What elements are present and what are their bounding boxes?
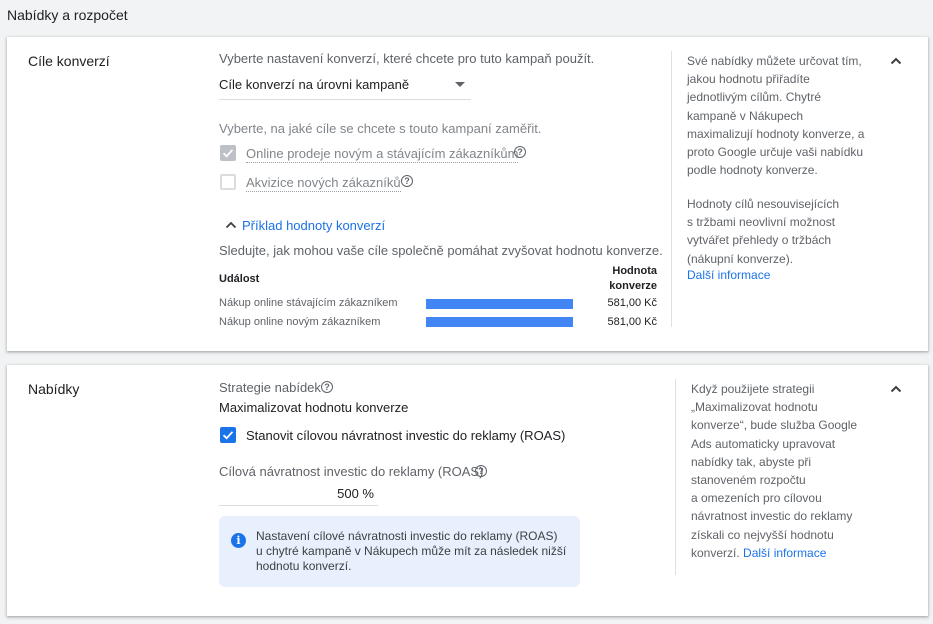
table-header-event: Událost: [219, 273, 260, 285]
table-header-value-line2: konverze: [609, 280, 657, 292]
goal-online-sales-label: Online prodeje novým a stávajícím zákazn…: [246, 146, 519, 163]
roas-info-box: i Nastavení cílové návratnosti investic …: [219, 516, 580, 587]
bids-side-text: Když použijete strategii „Maximalizovat …: [691, 382, 858, 560]
bids-learn-more-link[interactable]: Další informace: [743, 546, 826, 560]
conversion-goals-dropdown[interactable]: Cíle konverzí na úrovni kampaně: [219, 73, 471, 100]
help-icon[interactable]: ?: [514, 146, 526, 158]
table-row-bar: [426, 317, 573, 327]
bids-title: Nabídky: [28, 381, 80, 397]
example-description: Sledujte, jak mohou vaše cíle společně p…: [219, 243, 663, 258]
conversion-learn-more-link[interactable]: Další informace: [687, 268, 770, 282]
table-row-bar: [426, 299, 573, 309]
bids-card: Nabídky Strategie nabídek ? Maximalizova…: [7, 365, 928, 616]
roas-field-label: Cílová návratnost investic do reklamy (R…: [219, 464, 484, 479]
conversion-side-text-2: Hodnoty cílů nesouvisejících s tržbami n…: [687, 197, 840, 266]
conversion-select-prompt: Vyberte nastavení konverzí, které chcete…: [219, 51, 595, 66]
help-icon[interactable]: ?: [321, 381, 333, 393]
checkmark-icon: [222, 149, 234, 158]
chevron-up-icon: [225, 221, 237, 229]
goals-prompt: Vyberte, na jaké cíle se chcete s touto …: [219, 121, 542, 136]
conversion-goals-title: Cíle konverzí: [28, 53, 110, 69]
dropdown-value: Cíle konverzí na úrovni kampaně: [219, 77, 410, 92]
roas-input[interactable]: 500 %: [219, 482, 378, 506]
table-row-event: Nákup online stávajícím zákazníkem: [219, 297, 398, 309]
roas-checkbox-label: Stanovit cílovou návratnost investic do …: [246, 428, 566, 443]
bid-strategy-label: Strategie nabídek: [219, 380, 321, 395]
goal-new-customers-checkbox[interactable]: [220, 174, 236, 190]
table-row-event: Nákup online novým zákazníkem: [219, 316, 381, 328]
chevron-up-icon[interactable]: [888, 53, 904, 69]
bid-strategy-value: Maximalizovat hodnotu konverze: [219, 400, 409, 415]
chevron-up-icon[interactable]: [888, 381, 904, 397]
table-row-value: 581,00 Kč: [607, 297, 657, 309]
conversion-side-text-1: Své nabídky můžete určovat tím, jakou ho…: [687, 54, 865, 178]
conversion-example-link[interactable]: Příklad hodnoty konverzí: [242, 218, 385, 233]
checkmark-icon: [222, 431, 234, 440]
divider: [675, 379, 676, 575]
conversion-goals-card: Cíle konverzí Vyberte nastavení konverzí…: [7, 37, 928, 351]
goal-online-sales-checkbox[interactable]: [220, 145, 236, 161]
divider: [671, 51, 672, 327]
page-title: Nabídky a rozpočet: [7, 7, 128, 23]
help-icon[interactable]: ?: [475, 465, 487, 477]
info-icon: i: [231, 533, 246, 548]
table-row-value: 581,00 Kč: [607, 316, 657, 328]
roas-info-text: Nastavení cílové návratnosti investic do…: [256, 529, 567, 573]
help-icon[interactable]: ?: [401, 175, 413, 187]
table-header-value-line1: Hodnota: [612, 265, 657, 277]
roas-checkbox[interactable]: [220, 427, 236, 443]
goal-new-customers-label: Akvizice nových zákazníků: [246, 175, 401, 192]
dropdown-caret-icon: [455, 82, 465, 87]
